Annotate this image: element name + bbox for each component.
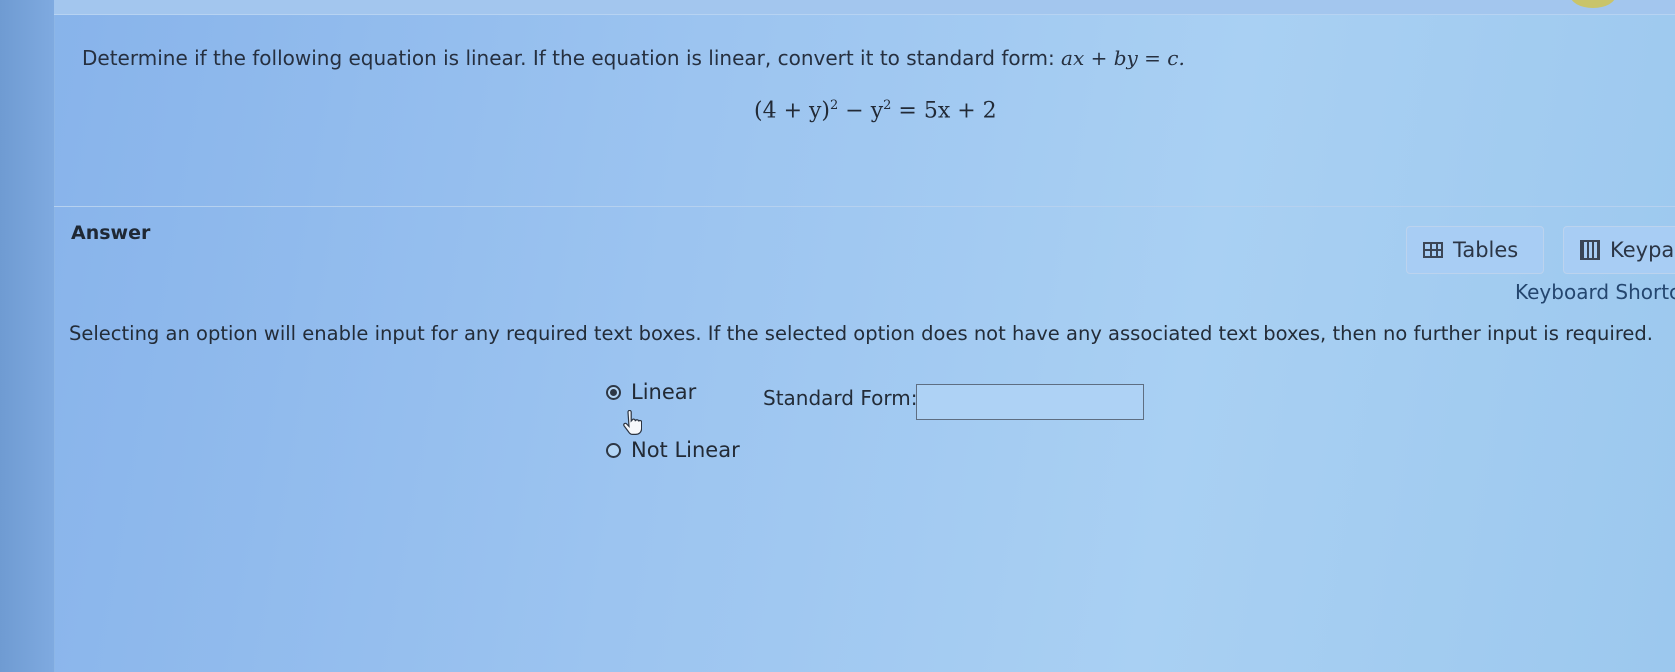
radio-linear[interactable] — [606, 384, 621, 400]
question-panel: Determine if the following equation is l… — [54, 14, 1675, 207]
option-linear[interactable]: Linear — [606, 380, 696, 404]
prompt-text: Determine if the following equation is l… — [82, 46, 1062, 70]
screen: Determine if the following equation is l… — [0, 0, 1675, 672]
answer-heading: Answer — [71, 222, 151, 244]
standard-form-input[interactable] — [916, 384, 1144, 420]
equation-right: = 5x + 2 — [891, 98, 997, 124]
equation: (4 + y)2 − y2 = 5x + 2 — [754, 98, 997, 123]
hand-pointer-icon — [623, 410, 642, 435]
standard-form-formula: ax + by = c. — [1061, 46, 1185, 70]
radio-not-linear[interactable] — [606, 442, 621, 458]
question-prompt: Determine if the following equation is l… — [82, 46, 1185, 70]
keypad-button-label: Keypa — [1610, 238, 1675, 262]
standard-form-label: Standard Form: — [763, 386, 918, 410]
option-not-linear-label[interactable]: Not Linear — [631, 438, 740, 462]
status-dot-yellow — [1570, 0, 1616, 8]
equation-minus-y: − y — [838, 98, 884, 124]
calculator-icon — [1580, 240, 1600, 260]
table-grid-icon — [1423, 242, 1443, 258]
left-bezel — [0, 0, 55, 672]
answer-instructions: Selecting an option will enable input fo… — [69, 322, 1653, 345]
equation-left: (4 + y) — [754, 98, 831, 124]
tables-button[interactable]: Tables — [1406, 226, 1544, 274]
option-linear-label[interactable]: Linear — [631, 380, 696, 404]
keyboard-shortcuts-link[interactable]: Keyboard Shortc — [1515, 280, 1675, 304]
top-bar — [54, 0, 1675, 15]
option-not-linear[interactable]: Not Linear — [606, 438, 740, 462]
tables-button-label: Tables — [1453, 238, 1519, 262]
keypad-button[interactable]: Keypa — [1563, 226, 1675, 274]
